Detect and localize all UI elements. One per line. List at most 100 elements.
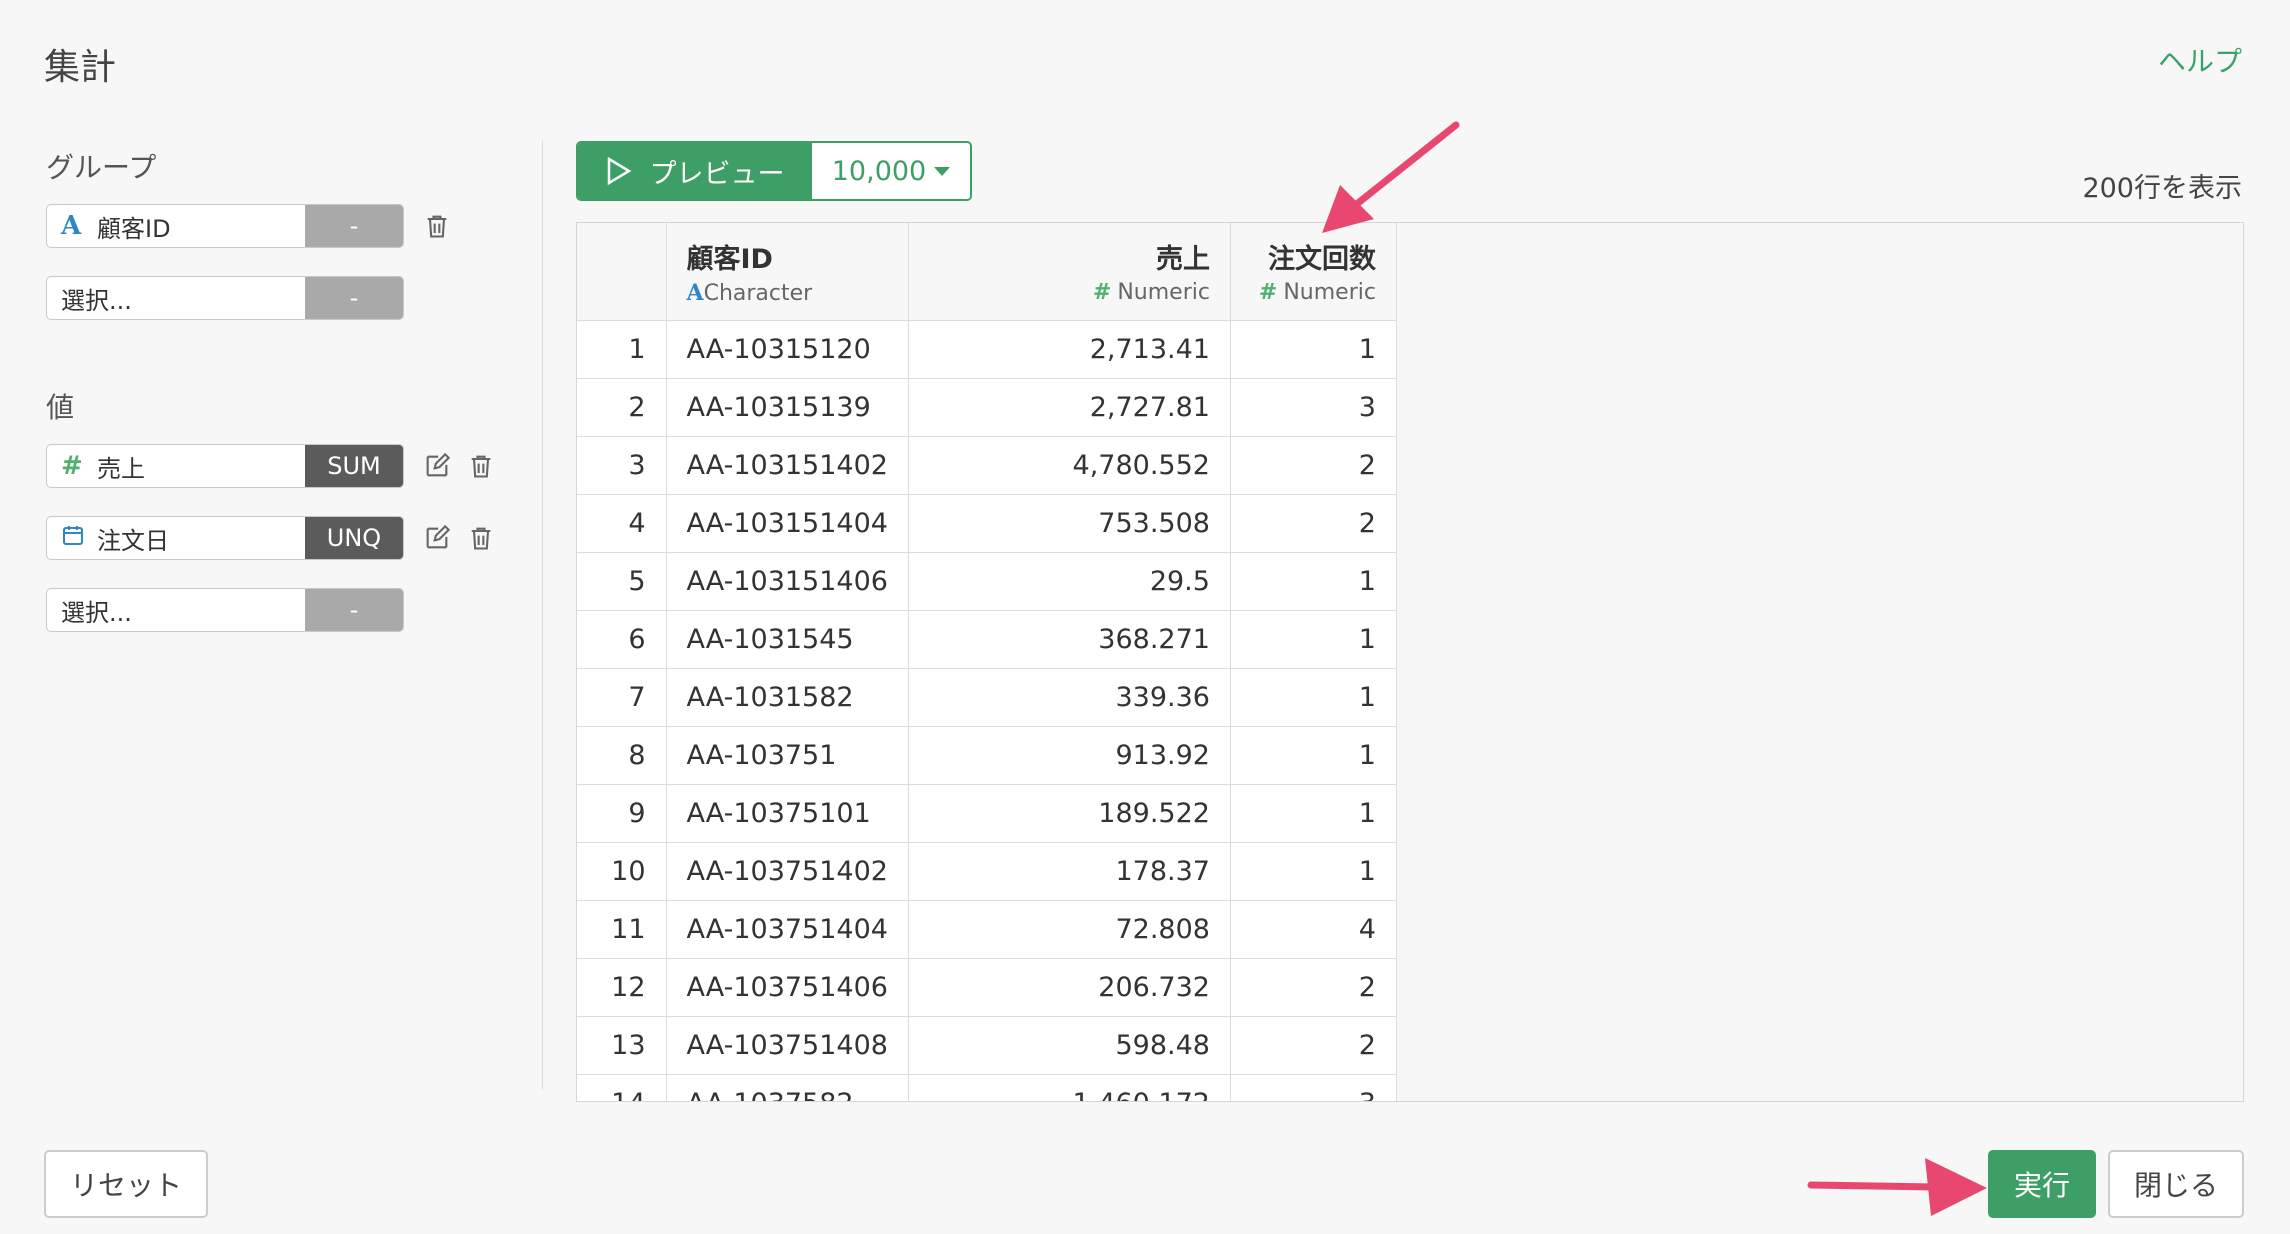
- customer-id-cell: AA-103751: [666, 726, 909, 785]
- data-table: 顧客ID ACharacter 売上 # Numeric 注文回数 # Nume…: [576, 222, 2244, 1102]
- table-row[interactable]: 4 AA-103151404 753.508 2: [577, 494, 1397, 553]
- table-row[interactable]: 11 AA-103751404 72.808 4: [577, 900, 1397, 959]
- trash-icon[interactable]: [466, 522, 496, 554]
- edit-icon[interactable]: [422, 450, 452, 482]
- aggregate-dialog: 集計 ヘルプ グループ A 顧客ID - 選択... - 値 # 売上 SUM …: [0, 0, 2290, 1234]
- trash-icon[interactable]: [422, 210, 452, 242]
- table-body: 1 AA-10315120 2,713.41 1 2 AA-10315139 2,727.8…: [577, 320, 1397, 1101]
- group-select-agg-button[interactable]: -: [305, 277, 403, 319]
- sales-cell: 913.92: [908, 726, 1231, 785]
- sales-cell: 206.732: [908, 958, 1231, 1017]
- order-count-cell: 1: [1230, 842, 1397, 901]
- row-index-cell: 14: [577, 1074, 667, 1101]
- group-field-row: A 顧客ID -: [46, 204, 452, 248]
- panel-divider: [542, 140, 543, 1090]
- column-header-customer-id[interactable]: 顧客ID ACharacter: [666, 223, 909, 321]
- customer-id-cell: AA-1031582: [666, 668, 909, 727]
- order-count-cell: 1: [1230, 726, 1397, 785]
- trash-icon[interactable]: [466, 450, 496, 482]
- numeric-icon: #: [1092, 280, 1112, 305]
- group-select-row: 選択... -: [46, 276, 404, 320]
- table-row[interactable]: 14AA-10375821,460.1723: [577, 1074, 1397, 1101]
- row-index-cell: 11: [577, 900, 667, 959]
- preview-button[interactable]: プレビュー: [578, 143, 812, 199]
- play-icon: [607, 157, 631, 185]
- reset-button[interactable]: リセット: [44, 1150, 208, 1218]
- customer-id-cell: AA-103151402: [666, 436, 909, 495]
- sales-cell: 4,780.552: [908, 436, 1231, 495]
- row-index-cell: 1: [577, 320, 667, 379]
- value-select-agg-button[interactable]: -: [305, 589, 403, 631]
- preview-toolbar: プレビュー 10,000: [576, 141, 972, 201]
- row-index-cell: 7: [577, 668, 667, 727]
- table-row[interactable]: 9 AA-10375101 189.522 1: [577, 784, 1397, 843]
- row-index-cell: 12: [577, 958, 667, 1017]
- help-link[interactable]: ヘルプ: [2158, 40, 2242, 80]
- row-index-cell: 3: [577, 436, 667, 495]
- customer-id-cell: AA-103751404: [666, 900, 909, 959]
- table-row[interactable]: 10 AA-103751402 178.37 1: [577, 842, 1397, 901]
- numeric-icon: #: [61, 451, 83, 481]
- order-count-cell: 2: [1230, 494, 1397, 553]
- table-row[interactable]: 8 AA-103751 913.92 1: [577, 726, 1397, 785]
- value-section-label: 値: [46, 391, 75, 424]
- table-row[interactable]: 13 AA-103751408 598.48 2: [577, 1016, 1397, 1075]
- row-index-cell: 10: [577, 842, 667, 901]
- group-agg-button[interactable]: -: [305, 205, 403, 247]
- sales-cell: 753.508: [908, 494, 1231, 553]
- row-index-cell: 2: [577, 378, 667, 437]
- run-button[interactable]: 実行: [1988, 1150, 2096, 1218]
- sales-cell: 2,727.81: [908, 378, 1231, 437]
- close-button[interactable]: 閉じる: [2108, 1150, 2244, 1218]
- row-index-cell: 8: [577, 726, 667, 785]
- sales-cell: 189.522: [908, 784, 1231, 843]
- value-field-name: 注文日: [97, 526, 169, 555]
- customer-id-cell: AA-103151404: [666, 494, 909, 553]
- unq-agg-button[interactable]: UNQ: [305, 517, 403, 559]
- customer-id-cell: AA-103151406: [666, 552, 909, 611]
- customer-id-cell: AA-10315139: [666, 378, 909, 437]
- table-row[interactable]: 2 AA-10315139 2,727.81 3: [577, 378, 1397, 437]
- group-field-customer-id[interactable]: A 顧客ID -: [46, 204, 404, 248]
- column-header-order-count[interactable]: 注文回数 # Numeric: [1230, 223, 1397, 321]
- customer-id-cell: AA-1037582: [666, 1074, 909, 1101]
- value-field-select[interactable]: 選択... -: [46, 588, 404, 632]
- row-index-cell: 13: [577, 1016, 667, 1075]
- sales-cell: 178.37: [908, 842, 1231, 901]
- order-count-cell: 2: [1230, 436, 1397, 495]
- row-count-text: 200行を表示: [2082, 173, 2242, 204]
- group-section-label: グループ: [46, 151, 157, 184]
- order-count-cell: 3: [1230, 1074, 1397, 1101]
- sum-agg-button[interactable]: SUM: [305, 445, 403, 487]
- edit-icon[interactable]: [422, 522, 452, 554]
- character-icon: A: [686, 280, 704, 306]
- order-count-cell: 3: [1230, 378, 1397, 437]
- value-select-row: 選択... -: [46, 588, 404, 632]
- rows-dropdown[interactable]: 10,000: [812, 143, 970, 199]
- group-field-select[interactable]: 選択... -: [46, 276, 404, 320]
- order-count-cell: 1: [1230, 320, 1397, 379]
- caret-down-icon: [934, 166, 951, 176]
- customer-id-cell: AA-10315120: [666, 320, 909, 379]
- value-field-row-sales: # 売上 SUM: [46, 444, 496, 488]
- table-row[interactable]: 12 AA-103751406 206.732 2: [577, 958, 1397, 1017]
- order-count-cell: 4: [1230, 900, 1397, 959]
- table-row[interactable]: 5 AA-103151406 29.5 1: [577, 552, 1397, 611]
- order-count-cell: 1: [1230, 668, 1397, 727]
- numeric-icon: #: [1258, 280, 1278, 305]
- sales-cell: 368.271: [908, 610, 1231, 669]
- column-header-sales[interactable]: 売上 # Numeric: [908, 223, 1231, 321]
- table-row[interactable]: 3 AA-103151402 4,780.552 2: [577, 436, 1397, 495]
- table-row[interactable]: 1 AA-10315120 2,713.41 1: [577, 320, 1397, 379]
- value-field-sales[interactable]: # 売上 SUM: [46, 444, 404, 488]
- sales-cell: 339.36: [908, 668, 1231, 727]
- table-row[interactable]: 7 AA-1031582 339.36 1: [577, 668, 1397, 727]
- value-field-order-date[interactable]: 注文日 UNQ: [46, 516, 404, 560]
- select-placeholder: 選択...: [61, 598, 132, 627]
- value-field-row-order-date: 注文日 UNQ: [46, 516, 496, 560]
- table-row[interactable]: 6 AA-1031545 368.271 1: [577, 610, 1397, 669]
- sales-cell: 598.48: [908, 1016, 1231, 1075]
- order-count-cell: 2: [1230, 958, 1397, 1017]
- order-count-cell: 1: [1230, 610, 1397, 669]
- row-index-cell: 6: [577, 610, 667, 669]
